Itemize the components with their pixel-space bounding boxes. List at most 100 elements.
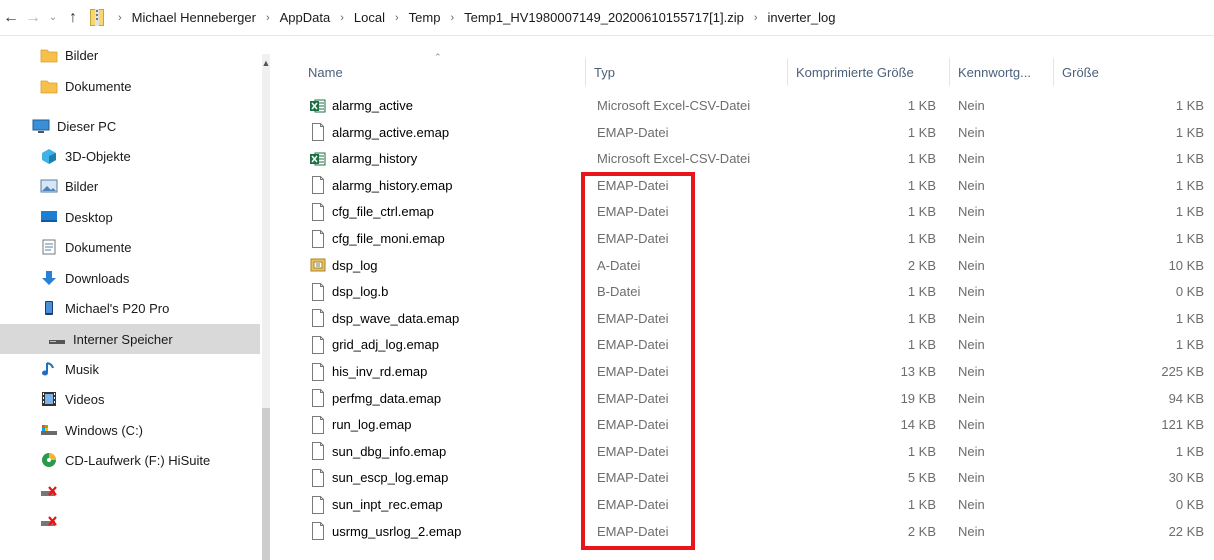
file-row[interactable]: sun_escp_log.emap EMAP-Datei 5 KB Nein 30 KB <box>300 464 1214 491</box>
file-name: his_inv_rd.emap <box>332 364 428 379</box>
file-name: grid_adj_log.emap <box>332 337 439 353</box>
breadcrumb-item[interactable]: Michael Henneberger <box>130 10 258 25</box>
nav-item[interactable]: Interner Speicher <box>0 324 260 354</box>
file-row[interactable]: sun_inpt_rec.emap EMAP-Datei 1 KB Nein 0 KB <box>300 491 1214 518</box>
file-size: 30 KB <box>1168 470 1204 486</box>
back-arrow-icon[interactable]: ← <box>0 6 22 30</box>
file-row[interactable]: alarmg_active.emap EMAP-Datei 1 KB Nein 1 KB <box>300 119 1214 146</box>
nav-item[interactable]: 3D-Objekte <box>0 141 131 171</box>
file-row[interactable]: dsp_log A-Datei 2 KB Nein 10 KB <box>300 252 1214 279</box>
file-row[interactable]: dsp_log.b B-Datei 1 KB Nein 0 KB <box>300 278 1214 305</box>
file-password-protected: Nein <box>958 151 985 167</box>
file-password-protected: Nein <box>958 98 985 113</box>
file-row[interactable]: run_log.emap EMAP-Datei 14 KB Nein 121 KB <box>300 411 1214 438</box>
breadcrumb-item[interactable]: inverter_log <box>766 10 838 25</box>
file-type: EMAP-Datei <box>597 310 669 326</box>
nav-item[interactable]: Dokumente <box>0 71 131 101</box>
file-password-protected: Nein <box>958 284 985 300</box>
file-row[interactable]: grid_adj_log.emap EMAP-Datei 1 KB Nein 1 KB <box>300 331 1214 358</box>
nav-item[interactable]: Michael's P20 Pro <box>0 293 169 323</box>
breadcrumb-item[interactable]: Temp1_HV1980007149_20200610155717[1].zip <box>462 10 746 25</box>
file-row[interactable]: alarmg_active Microsoft Excel-CSV-Datei 1 … <box>300 92 1214 119</box>
breadcrumb-separator-icon[interactable]: › <box>442 12 462 24</box>
file-password-protected: Nein <box>958 417 985 433</box>
file-name: usrmg_usrlog_2.emap <box>332 523 462 539</box>
navigation-pane: Bilder Dokumente Dieser PC 3D-Objekte Bilder… <box>0 48 262 560</box>
file-name: alarmg_history <box>332 151 418 167</box>
file-name: alarmg_active.emap <box>332 124 450 140</box>
breadcrumb-item[interactable]: AppData <box>278 10 333 25</box>
file-icon <box>310 362 326 381</box>
file-icon <box>310 176 326 195</box>
file-name: run_log.emap <box>332 417 412 433</box>
file-size: 1 KB <box>1175 443 1204 459</box>
breadcrumb-separator-icon[interactable]: › <box>746 12 766 24</box>
nav-item[interactable]: Dieser PC <box>0 111 116 141</box>
column-header-name[interactable]: Name <box>300 58 586 86</box>
file-row[interactable]: cfg_file_moni.emap EMAP-Datei 1 KB Nein 1 KB <box>300 225 1214 252</box>
file-compressed-size: 1 KB <box>907 443 936 459</box>
file-row[interactable]: perfmg_data.emap EMAP-Datei 19 KB Nein 94 KB <box>300 385 1214 412</box>
breadcrumb-separator-icon[interactable]: › <box>110 12 130 24</box>
file-row[interactable]: alarmg_history.emap EMAP-Datei 1 KB Nein 1 K… <box>300 172 1214 199</box>
file-size: 0 KB <box>1175 497 1204 512</box>
file-size: 1 KB <box>1175 177 1204 193</box>
file-name: sun_dbg_info.emap <box>332 443 447 459</box>
file-compressed-size: 1 KB <box>907 124 936 140</box>
nav-item[interactable]: Windows (C:) <box>0 415 143 445</box>
file-name-cell: alarmg_active.emap <box>310 119 449 146</box>
file-icon <box>310 229 326 248</box>
up-arrow-icon[interactable]: ↑ <box>62 6 84 30</box>
file-type: EMAP-Datei <box>597 470 669 486</box>
nav-item[interactable]: Musik <box>0 354 99 384</box>
file-compressed-size: 2 KB <box>907 523 936 539</box>
file-row[interactable]: his_inv_rd.emap EMAP-Datei 13 KB Nein 225 KB <box>300 358 1214 385</box>
disconnected-drive-icon <box>40 513 58 529</box>
column-header-compressed-size[interactable]: Komprimierte Größe <box>788 58 950 86</box>
file-row[interactable]: cfg_file_ctrl.emap EMAP-Datei 1 KB Nein 1 KB <box>300 198 1214 225</box>
recent-locations-chevron-icon[interactable]: ⌄ <box>44 6 62 30</box>
nav-scrollbar-thumb[interactable] <box>262 408 270 560</box>
file-name: dsp_log <box>332 257 378 273</box>
breadcrumb-separator-icon[interactable]: › <box>387 12 407 24</box>
forward-arrow-icon[interactable]: → <box>22 6 44 30</box>
breadcrumb-separator-icon[interactable]: › <box>332 12 352 24</box>
breadcrumb-separator-icon[interactable]: › <box>258 12 278 24</box>
file-row[interactable]: usrmg_usrlog_2.emap EMAP-Datei 2 KB Nein 22 … <box>300 518 1214 545</box>
nav-item[interactable]: Videos <box>0 384 105 414</box>
column-header-password[interactable]: Kennwortg... <box>950 58 1054 86</box>
file-password-protected: Nein <box>958 337 985 353</box>
file-password-protected: Nein <box>958 497 985 512</box>
file-name-cell: dsp_log <box>310 252 378 279</box>
file-name: alarmg_active <box>332 98 413 113</box>
file-row[interactable]: alarmg_history Microsoft Excel-CSV-Datei 1… <box>300 145 1214 172</box>
column-header-size[interactable]: Größe <box>1054 58 1214 86</box>
file-type: A-Datei <box>597 257 641 273</box>
scroll-up-arrow-icon[interactable]: ▲ <box>261 58 271 68</box>
file-row[interactable]: sun_dbg_info.emap EMAP-Datei 1 KB Nein 1 KB <box>300 438 1214 465</box>
download-icon <box>40 270 58 286</box>
nav-item[interactable]: Bilder <box>0 171 98 201</box>
nav-item[interactable] <box>0 506 65 536</box>
zip-folder-icon <box>90 9 104 26</box>
nav-item[interactable]: Bilder <box>0 40 98 70</box>
column-header-type[interactable]: Typ <box>586 58 788 86</box>
nav-item[interactable]: Dokumente <box>0 232 131 262</box>
file-name-cell: usrmg_usrlog_2.emap <box>310 518 461 545</box>
file-type: EMAP-Datei <box>597 497 669 512</box>
file-compressed-size: 1 KB <box>907 310 936 326</box>
file-name-cell: alarmg_history <box>310 145 417 172</box>
desktop-icon <box>40 209 58 225</box>
folder-icon <box>40 47 58 63</box>
file-name-cell: cfg_file_ctrl.emap <box>310 198 434 225</box>
nav-item[interactable]: Desktop <box>0 202 113 232</box>
nav-item-label: Dokumente <box>65 78 132 94</box>
file-type: EMAP-Datei <box>597 231 669 246</box>
breadcrumb-item[interactable]: Local <box>352 10 387 25</box>
nav-item[interactable]: CD-Laufwerk (F:) HiSuite <box>0 445 210 475</box>
file-row[interactable]: dsp_wave_data.emap EMAP-Datei 1 KB Nein 1 KB <box>300 305 1214 332</box>
nav-item[interactable]: Downloads <box>0 263 129 293</box>
nav-item[interactable] <box>0 476 65 506</box>
file-type: EMAP-Datei <box>597 364 669 379</box>
breadcrumb-item[interactable]: Temp <box>407 10 443 25</box>
